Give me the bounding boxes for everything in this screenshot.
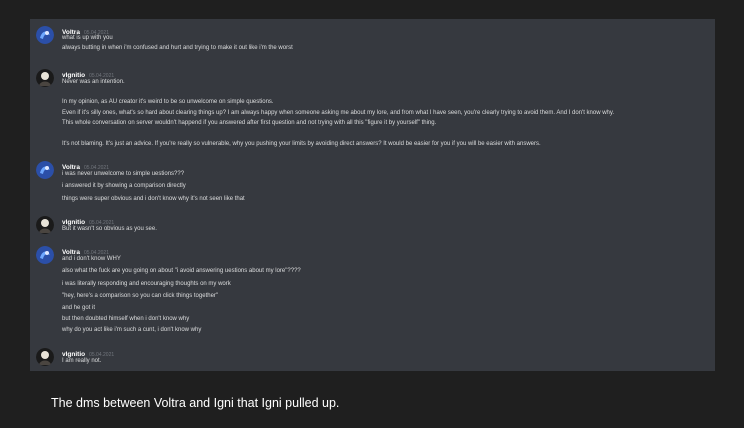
- message-line: Never was an intention.: [62, 79, 125, 85]
- message-line: and i don't know WHY: [62, 256, 121, 262]
- message-line: i answered it by showing a comparison di…: [62, 183, 186, 189]
- message-line: It's not blaming. It's just an advice. I…: [62, 141, 541, 147]
- message-line: and he got it: [62, 305, 96, 311]
- message-line: but then doubted himself when i don't kn…: [62, 316, 190, 322]
- vignitio-avatar[interactable]: [36, 69, 54, 87]
- message-line: i was never unwelcome to simple uestions…: [62, 171, 185, 177]
- message-line: Even if it's silly ones, what's so hard …: [62, 110, 615, 116]
- message-line: But it wasn't so obvious as you see.: [62, 226, 157, 232]
- vignitio-avatar[interactable]: [36, 216, 54, 234]
- image-caption: The dms between Voltra and Igni that Ign…: [51, 396, 340, 410]
- vignitio-avatar[interactable]: [36, 348, 54, 366]
- message-line: This whole conversation on server wouldn…: [62, 120, 437, 126]
- dm-chat-panel: Voltra 05.04.2021 what is up with you alw…: [30, 19, 715, 371]
- message-line: In my opinion, as AU creator it's weird …: [62, 99, 274, 105]
- message-line: what is up with you: [62, 35, 113, 41]
- voltra-avatar[interactable]: [36, 26, 54, 44]
- voltra-avatar[interactable]: [36, 246, 54, 264]
- message-line: always butting in when i'm confused and …: [62, 45, 293, 51]
- voltra-avatar[interactable]: [36, 161, 54, 179]
- message-line: I am really not.: [62, 358, 102, 364]
- message-line: i was literally responding and encouragi…: [62, 281, 231, 287]
- message-line: why do you act like i'm such a cunt, i d…: [62, 327, 202, 333]
- message-line: "hey, here's a comparison so you can cli…: [62, 293, 219, 299]
- message-line: also what the fuck are you going on abou…: [62, 268, 301, 274]
- message-line: things were super obvious and i don't kn…: [62, 196, 245, 202]
